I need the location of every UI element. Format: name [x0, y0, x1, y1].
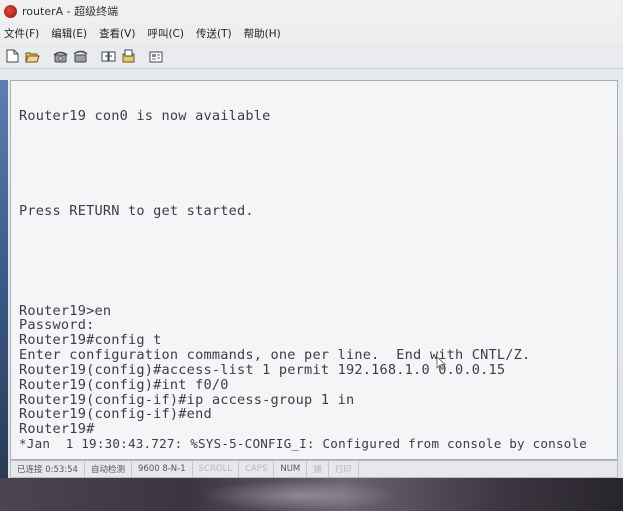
terminal-line: Router19# [19, 421, 95, 437]
hyperterminal-app-icon [4, 4, 17, 18]
status-bar: 已连接 0:53:54 自动检测 9600 8-N-1 SCROLL CAPS … [10, 460, 618, 478]
status-capture: 捕 [307, 461, 329, 477]
status-auto-detect: 自动检测 [85, 461, 132, 477]
status-scroll: SCROLL [193, 461, 240, 477]
desktop-edge [0, 80, 8, 480]
open-icon[interactable] [24, 48, 40, 64]
menu-call[interactable]: 呼叫(C) [141, 26, 190, 41]
menu-bar: 文件(F) 编辑(E) 查看(V) 呼叫(C) 传送(T) 帮助(H) [0, 22, 623, 44]
status-num: NUM [274, 461, 308, 477]
terminal-line: Router19#config t [19, 332, 162, 348]
menu-view[interactable]: 查看(V) [93, 26, 141, 41]
terminal-line: Router19(config)#access-list 1 permit 19… [19, 362, 506, 378]
window-title: routerA - 超级终端 [22, 5, 119, 18]
terminal-line: Enter configuration commands, one per li… [19, 347, 531, 363]
toolbar [0, 44, 623, 69]
terminal-line: Press RETURN to get started. [19, 203, 254, 219]
menu-file[interactable]: 文件(F) [0, 26, 45, 41]
terminal-line: Password: [19, 317, 95, 333]
terminal-line: *Jan 1 19:30:43.727: %SYS-5-CONFIG_I: Co… [19, 436, 588, 451]
terminal-line: Router19(config)#int f0/0 [19, 377, 229, 393]
receive-icon[interactable] [120, 48, 136, 64]
menu-transfer[interactable]: 传送(T) [190, 26, 238, 41]
properties-icon[interactable] [148, 48, 164, 64]
terminal-line: Router19(config-if)#end [19, 406, 212, 422]
new-icon[interactable] [4, 48, 20, 64]
terminal-output[interactable]: Router19 con0 is now available Press RET… [10, 80, 618, 460]
desk-reflection [200, 480, 400, 511]
send-icon[interactable] [100, 48, 116, 64]
phone-icon[interactable] [52, 48, 68, 64]
menu-help[interactable]: 帮助(H) [238, 26, 287, 41]
status-connected-time: 已连接 0:53:54 [11, 461, 85, 477]
status-print-echo: 打印 [329, 461, 359, 477]
menu-edit[interactable]: 编辑(E) [45, 26, 93, 41]
disconnect-icon[interactable] [72, 48, 88, 64]
terminal-line: Router19 con0 is now available [19, 108, 271, 124]
status-caps: CAPS [239, 461, 275, 477]
mouse-pointer-icon [436, 356, 447, 373]
status-port-settings: 9600 8-N-1 [132, 461, 193, 477]
hyperterminal-window: routerA - 超级终端 文件(F) 编辑(E) 查看(V) 呼叫(C) 传… [0, 0, 623, 511]
title-bar: routerA - 超级终端 [0, 0, 623, 22]
